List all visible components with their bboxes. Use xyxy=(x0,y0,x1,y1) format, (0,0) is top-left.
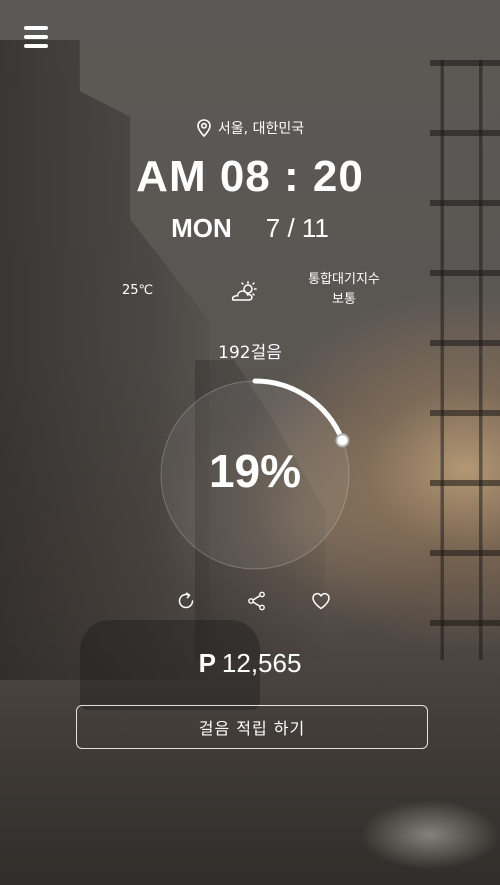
points-symbol: P xyxy=(198,648,216,678)
air-quality-index: 통합대기지수 보통 xyxy=(300,270,388,310)
partly-sunny-icon xyxy=(231,281,257,301)
points-amount: 12,565 xyxy=(221,648,302,678)
location-row: 서울, 대한민국 xyxy=(0,118,500,138)
month-day: 7 / 11 xyxy=(265,213,329,243)
location-text: 서울, 대한민국 xyxy=(217,121,305,137)
clock-date-row: MON 7 / 11 xyxy=(0,213,500,244)
heart-icon[interactable] xyxy=(310,590,332,612)
clock-time: AM 08 : 20 xyxy=(136,152,364,201)
menu-bar xyxy=(24,35,48,39)
points-balance: P 12,565 xyxy=(0,648,500,679)
refresh-icon-graphic xyxy=(178,592,194,609)
collect-steps-button[interactable]: 걸음 적립 하기 xyxy=(76,705,428,749)
day-of-week: MON xyxy=(171,213,232,243)
hamburger-menu-icon[interactable] xyxy=(24,26,48,48)
collect-steps-button-label: 걸음 적립 하기 xyxy=(198,719,306,738)
refresh-icon[interactable] xyxy=(175,590,197,612)
temperature: 25℃ xyxy=(122,283,154,298)
heart-icon-graphic xyxy=(312,592,330,610)
background-glare xyxy=(360,800,500,870)
share-icon-graphic xyxy=(248,591,265,611)
share-icon[interactable] xyxy=(246,590,268,612)
menu-bar xyxy=(24,44,48,48)
location-pin-icon xyxy=(197,119,211,137)
aqi-label: 통합대기지수 xyxy=(308,272,380,287)
aqi-value: 보통 xyxy=(332,292,356,307)
home-screen: 서울, 대한민국 AM 08 : 20 MON 7 / 11 25℃ 통합대기지… xyxy=(0,0,500,885)
menu-bar xyxy=(24,26,48,30)
progress-percent: 19% xyxy=(208,445,302,497)
step-count: 192걸음 xyxy=(218,343,282,363)
